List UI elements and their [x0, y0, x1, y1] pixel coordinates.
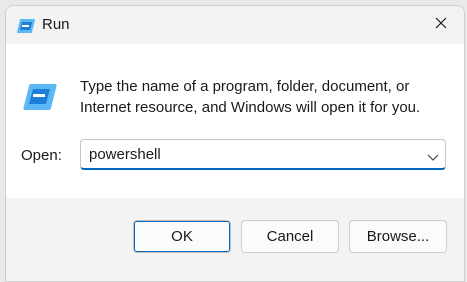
- open-combobox[interactable]: [80, 139, 446, 170]
- open-label: Open:: [21, 147, 62, 164]
- ok-button[interactable]: OK: [133, 220, 231, 253]
- run-icon: [16, 17, 36, 35]
- dialog-content: Type the name of a program, folder, docu…: [6, 44, 464, 198]
- title-bar[interactable]: Run: [6, 6, 464, 44]
- close-icon: [435, 16, 447, 34]
- open-input[interactable]: [81, 140, 419, 168]
- browse-button[interactable]: Browse...: [349, 220, 447, 253]
- dialog-description: Type the name of a program, folder, docu…: [80, 78, 421, 116]
- window-title: Run: [42, 16, 70, 33]
- cancel-button[interactable]: Cancel: [241, 220, 339, 253]
- chevron-down-icon[interactable]: [427, 149, 439, 161]
- run-icon: [22, 82, 58, 112]
- run-dialog: Run Type the name of a program, folder, …: [5, 5, 465, 282]
- close-button[interactable]: [418, 6, 464, 44]
